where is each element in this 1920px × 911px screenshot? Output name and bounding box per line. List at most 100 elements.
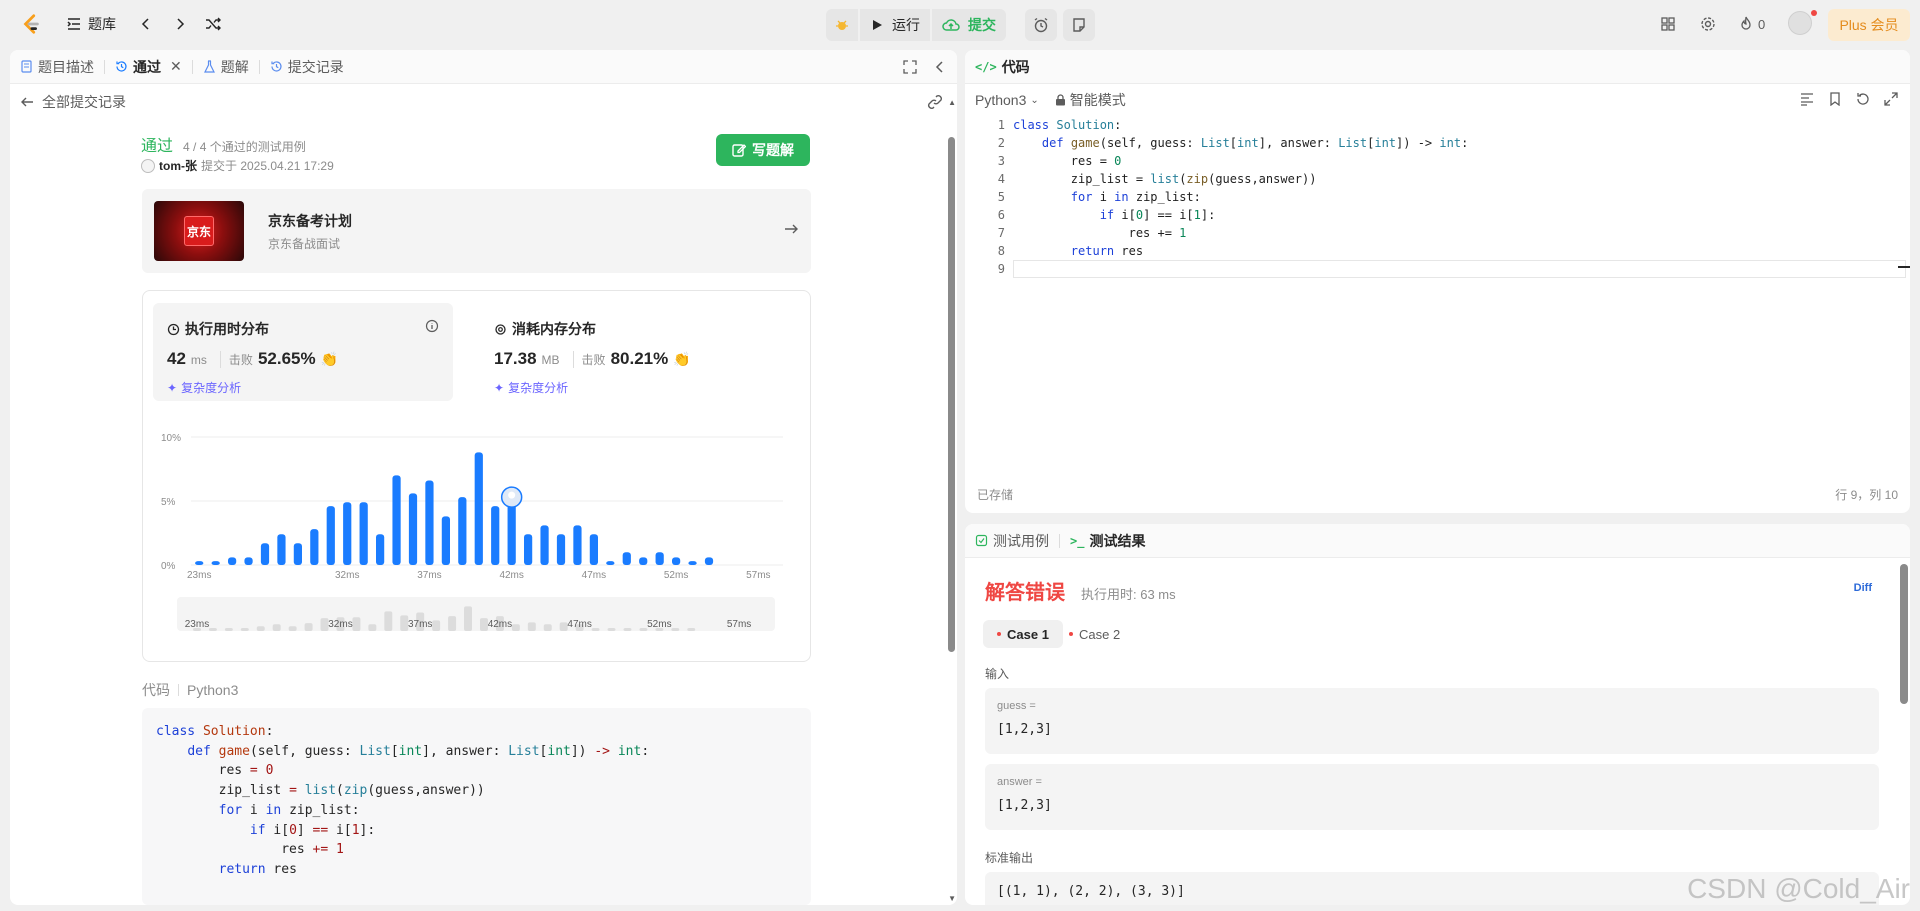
run-button[interactable]: 运行 bbox=[860, 9, 930, 41]
reset-icon[interactable] bbox=[1856, 92, 1870, 106]
notes-button[interactable] bbox=[1063, 9, 1095, 41]
performance-card: 执行用时分布 42 ms 击败 52.65% 👏 ✦ 复杂度分析 消耗内存分布 … bbox=[142, 290, 811, 662]
random-problem-button[interactable] bbox=[205, 12, 221, 36]
x-tick-label: 37ms bbox=[417, 570, 441, 581]
tab-testcase[interactable]: 测试用例 bbox=[965, 524, 1059, 558]
code-lines[interactable]: class Solution: def game(self, guess: Li… bbox=[1013, 116, 1468, 260]
streak-counter[interactable]: 0 bbox=[1738, 12, 1765, 36]
complexity-label: 复杂度分析 bbox=[181, 381, 242, 395]
submit-label: 提交 bbox=[968, 17, 996, 33]
diff-toggle[interactable]: Diff bbox=[1854, 582, 1872, 594]
chart-bar bbox=[672, 557, 681, 565]
overview-tick-label: 57ms bbox=[727, 619, 751, 630]
tab-description[interactable]: 题目描述 bbox=[10, 50, 104, 84]
overview-tick-label: 52ms bbox=[647, 619, 671, 630]
overview-bar bbox=[240, 628, 249, 631]
back-to-submissions[interactable]: 全部提交记录 bbox=[20, 92, 126, 112]
memory-title: 消耗内存分布 bbox=[494, 319, 596, 339]
smart-mode-toggle[interactable]: 智能模式 bbox=[1055, 90, 1126, 110]
user-avatar[interactable] bbox=[1788, 10, 1817, 35]
prev-problem-button[interactable] bbox=[138, 12, 154, 36]
runtime-stat[interactable]: 执行用时分布 42 ms 击败 52.65% 👏 ✦ 复杂度分析 bbox=[153, 303, 453, 401]
y-tick-label: 5% bbox=[161, 497, 176, 508]
overview-bar bbox=[208, 628, 217, 631]
write-solution-label: 写题解 bbox=[752, 142, 794, 158]
language-select[interactable]: Python3 ⌄ bbox=[975, 92, 1039, 108]
expand-icon[interactable] bbox=[1884, 92, 1898, 106]
bug-icon bbox=[836, 20, 848, 30]
submitted-code: class Solution: def game(self, guess: Li… bbox=[142, 708, 811, 905]
case-tab-1[interactable]: Case 1 bbox=[983, 620, 1063, 648]
submit-button[interactable]: 提交 bbox=[932, 9, 1006, 41]
next-problem-button[interactable] bbox=[172, 12, 188, 36]
chart-bar bbox=[540, 525, 549, 565]
runtime-complexity-link[interactable]: ✦ 复杂度分析 bbox=[167, 379, 241, 396]
sparkle-icon: ✦ bbox=[494, 380, 505, 395]
chart-bar bbox=[392, 475, 401, 565]
chart-bar bbox=[474, 452, 483, 565]
runtime-distribution-chart[interactable]: 0% 5% 10% 23ms 32ms 37ms 42ms 47ms 52ms 57ms 23ms 3… bbox=[143, 411, 810, 661]
x-tick-label: 42ms bbox=[499, 570, 523, 581]
scroll-up-icon[interactable]: ▲ bbox=[948, 98, 956, 107]
bookmark-icon[interactable] bbox=[1828, 92, 1842, 106]
collapse-left-icon[interactable] bbox=[933, 60, 947, 74]
label-divider bbox=[178, 684, 179, 696]
code-icon: </> bbox=[975, 59, 997, 74]
promo-title: 京东备考计划 bbox=[268, 213, 352, 229]
overview-bar bbox=[623, 628, 632, 631]
promo-banner[interactable]: 京东 京东备考计划 京东备战面试 bbox=[142, 189, 811, 273]
debug-button[interactable] bbox=[826, 9, 858, 41]
format-icon[interactable] bbox=[1800, 92, 1814, 106]
tab-accepted[interactable]: 通过 ✕ bbox=[105, 50, 192, 84]
write-solution-button[interactable]: 写题解 bbox=[716, 134, 810, 166]
problem-list-button[interactable]: 题库 bbox=[66, 12, 116, 36]
x-tick-label: 52ms bbox=[664, 570, 688, 581]
overview-bar bbox=[272, 624, 281, 631]
chart-bar bbox=[195, 561, 204, 565]
link-icon[interactable] bbox=[927, 94, 943, 110]
stdout-value: [(1, 1), (2, 2), (3, 3)] bbox=[997, 884, 1185, 899]
run-submit-group: 运行 提交 bbox=[826, 9, 1006, 41]
flask-icon bbox=[203, 60, 215, 73]
tab-accepted-label: 通过 bbox=[133, 58, 161, 75]
input-answer[interactable]: answer = [1,2,3] bbox=[985, 764, 1879, 830]
result-status: 解答错误 bbox=[985, 582, 1065, 604]
memory-complexity-link[interactable]: ✦ 复杂度分析 bbox=[494, 379, 568, 396]
leetcode-logo-icon[interactable] bbox=[20, 13, 42, 35]
case-tab-2[interactable]: Case 2 bbox=[1055, 620, 1134, 648]
username[interactable]: tom-张 bbox=[159, 157, 197, 174]
timer-button[interactable] bbox=[1025, 9, 1057, 41]
back-label: 全部提交记录 bbox=[42, 94, 126, 110]
code-language: Python3 bbox=[187, 682, 239, 698]
memory-title-text: 消耗内存分布 bbox=[512, 321, 596, 337]
memory-stat[interactable]: 消耗内存分布 17.38 MB 击败 80.21% 👏 ✦ 复杂度分析 bbox=[480, 303, 780, 401]
overview-tick-label: 23ms bbox=[185, 619, 209, 630]
test-scrollbar-thumb[interactable] bbox=[1900, 564, 1908, 704]
plus-membership-button[interactable]: Plus 会员 bbox=[1828, 9, 1910, 41]
runtime-value: 42 bbox=[167, 349, 186, 368]
result-runtime: 执行用时: 63 ms bbox=[1081, 587, 1176, 602]
overview-bar bbox=[591, 628, 600, 631]
layout-button[interactable] bbox=[1660, 12, 1676, 36]
chart-bar bbox=[211, 561, 220, 565]
scrollbar-thumb[interactable] bbox=[948, 137, 955, 652]
overview-bar bbox=[543, 624, 552, 631]
code-editor[interactable]: 123456789 class Solution: def game(self,… bbox=[965, 116, 1910, 482]
maximize-icon[interactable] bbox=[903, 60, 917, 74]
smart-mode-label: 智能模式 bbox=[1069, 92, 1126, 108]
input-guess[interactable]: guess = [1,2,3] bbox=[985, 688, 1879, 754]
close-icon[interactable]: ✕ bbox=[170, 58, 182, 75]
info-icon[interactable] bbox=[425, 319, 439, 333]
tab-submissions[interactable]: 提交记录 bbox=[260, 50, 354, 84]
settings-button[interactable] bbox=[1700, 12, 1716, 36]
submission-status: 通过 4 / 4 个通过的测试用例 bbox=[141, 132, 306, 156]
input-name: answer = bbox=[997, 776, 1042, 788]
scroll-down-icon[interactable]: ▼ bbox=[948, 894, 956, 903]
tab-code[interactable]: </> 代码 bbox=[965, 50, 1040, 84]
tab-test-result[interactable]: >_ 测试结果 bbox=[1060, 524, 1155, 558]
clap-icon: 👏 bbox=[320, 351, 339, 367]
chart-bar bbox=[326, 506, 335, 565]
x-tick-label: 47ms bbox=[582, 570, 606, 581]
memory-unit: MB bbox=[541, 353, 560, 367]
tab-solutions[interactable]: 题解 bbox=[193, 50, 259, 84]
